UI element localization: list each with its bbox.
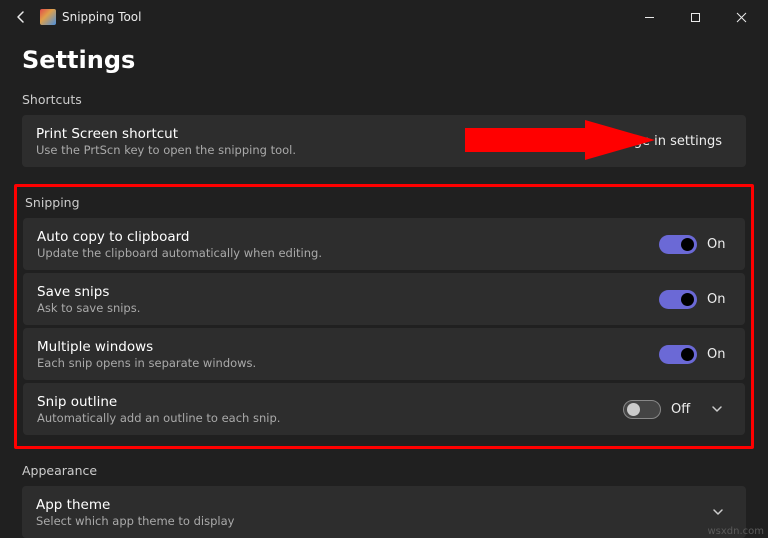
back-button[interactable] (4, 0, 38, 34)
row-texts: Auto copy to clipboard Update the clipbo… (37, 229, 659, 260)
row-title: Auto copy to clipboard (37, 229, 659, 245)
row-title: Snip outline (37, 394, 623, 410)
maximize-icon (690, 12, 701, 23)
section-label-shortcuts: Shortcuts (22, 92, 746, 107)
close-icon (736, 12, 747, 23)
row-texts: App theme Select which app theme to disp… (36, 497, 696, 528)
page-title: Settings (22, 46, 746, 74)
toggle-state-label: On (707, 292, 731, 307)
row-texts: Print Screen shortcut Use the PrtScn key… (36, 126, 600, 157)
app-icon (40, 9, 56, 25)
section-label-snipping: Snipping (25, 195, 745, 210)
row-title: Multiple windows (37, 339, 659, 355)
expand-button[interactable] (704, 506, 732, 518)
section-label-appearance: Appearance (22, 463, 746, 478)
app-title: Snipping Tool (62, 10, 141, 24)
minimize-button[interactable] (626, 0, 672, 34)
toggle-multi-windows[interactable] (659, 345, 697, 364)
arrow-left-icon (14, 10, 28, 24)
toggle-state-label: Off (671, 402, 695, 417)
row-print-screen-shortcut[interactable]: Print Screen shortcut Use the PrtScn key… (22, 115, 746, 167)
toggle-save-snips[interactable] (659, 290, 697, 309)
row-desc: Update the clipboard automatically when … (37, 246, 659, 260)
row-desc: Use the PrtScn key to open the snipping … (36, 143, 600, 157)
toggle-control: On (659, 345, 731, 364)
row-title: Save snips (37, 284, 659, 300)
watermark: wsxdn.com (707, 526, 764, 537)
close-button[interactable] (718, 0, 764, 34)
row-desc: Ask to save snips. (37, 301, 659, 315)
toggle-auto-copy[interactable] (659, 235, 697, 254)
row-title: Print Screen shortcut (36, 126, 600, 142)
row-auto-copy[interactable]: Auto copy to clipboard Update the clipbo… (23, 218, 745, 270)
row-texts: Save snips Ask to save snips. (37, 284, 659, 315)
row-desc: Each snip opens in separate windows. (37, 356, 659, 370)
expand-button[interactable] (703, 403, 731, 415)
row-app-theme[interactable]: App theme Select which app theme to disp… (22, 486, 746, 538)
titlebar: Snipping Tool (0, 0, 768, 34)
toggle-state-label: On (707, 237, 731, 252)
row-texts: Multiple windows Each snip opens in sepa… (37, 339, 659, 370)
maximize-button[interactable] (672, 0, 718, 34)
row-desc: Automatically add an outline to each sni… (37, 411, 623, 425)
toggle-control: Off (623, 400, 695, 419)
chevron-down-icon (711, 403, 723, 415)
row-save-snips[interactable]: Save snips Ask to save snips. On (23, 273, 745, 325)
row-multiple-windows[interactable]: Multiple windows Each snip opens in sepa… (23, 328, 745, 380)
highlight-annotation-box: Snipping Auto copy to clipboard Update t… (14, 184, 754, 449)
row-snip-outline[interactable]: Snip outline Automatically add an outlin… (23, 383, 745, 435)
toggle-snip-outline[interactable] (623, 400, 661, 419)
row-desc: Select which app theme to display (36, 514, 696, 528)
minimize-icon (644, 12, 655, 23)
row-title: App theme (36, 497, 696, 513)
chevron-down-icon (712, 506, 724, 518)
row-texts: Snip outline Automatically add an outlin… (37, 394, 623, 425)
toggle-control: On (659, 235, 731, 254)
toggle-state-label: On (707, 347, 731, 362)
change-in-settings-link[interactable]: Change in settings (600, 134, 722, 149)
toggle-control: On (659, 290, 731, 309)
